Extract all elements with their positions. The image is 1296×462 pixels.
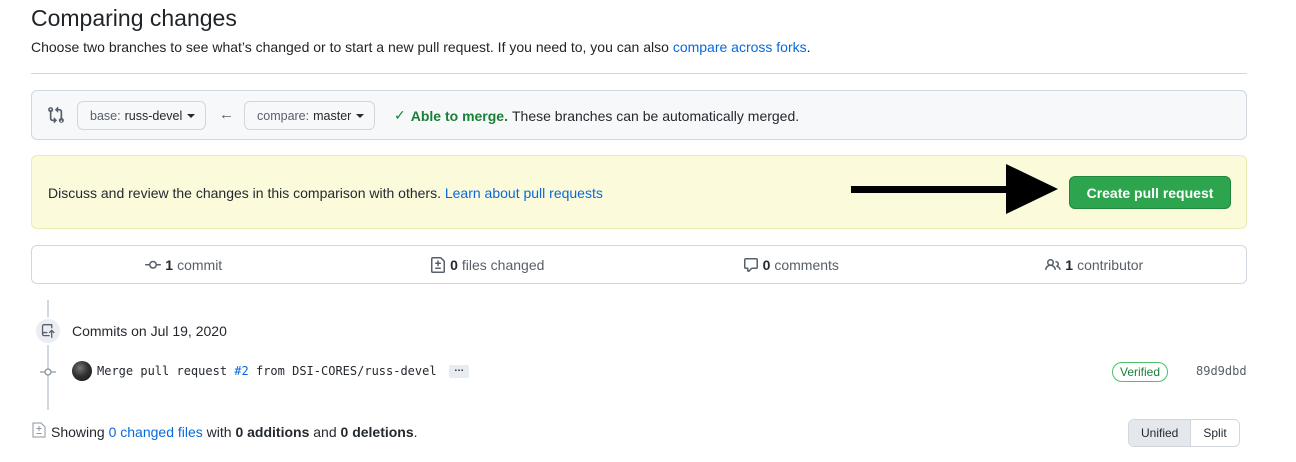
repo-push-icon [41,324,55,338]
additions-count: 0 additions [235,424,310,440]
subtitle-end: . [806,39,811,55]
summary-files[interactable]: 0 files changed [336,246,640,283]
split-view-button[interactable]: Split [1191,420,1239,446]
contributors-count: 1 [1065,256,1074,273]
avatar[interactable] [72,361,92,381]
toc-with: with [206,424,232,440]
unified-view-button[interactable]: Unified [1129,420,1192,446]
changed-files-link[interactable]: 0 changed files [109,424,203,440]
range-editor: base: russ-devel ← compare: master ✓ Able … [31,90,1247,140]
toc-end: . [413,424,418,440]
page-subtitle: Choose two branches to see what’s change… [31,39,811,55]
commit-sha-link[interactable]: 89d9dbd [1196,364,1247,378]
base-label: base: [90,108,121,123]
comments-label: comments [774,256,839,273]
summary-commits[interactable]: 1 commit [32,246,336,283]
header-divider [31,73,1247,74]
compare-branch-name: master [313,108,352,123]
chevron-down-icon [187,113,196,118]
toc-showing: Showing [51,424,105,440]
commit-msg-prefix: Merge pull request [97,364,228,378]
pr-ref-link[interactable]: #2 [234,364,248,378]
summary-contributors[interactable]: 1 contributor [943,246,1247,283]
base-branch-select[interactable]: base: russ-devel [77,101,207,130]
create-pull-request-button[interactable]: Create pull request [1069,176,1231,209]
contributors-label: contributor [1077,256,1144,273]
annotation-arrow-shaft [851,186,1011,193]
file-diff-icon [431,256,446,273]
compare-flash: Discuss and review the changes in this c… [31,155,1247,229]
merge-status-label: Able to merge. [410,107,508,124]
arrow-left-icon: ← [219,106,234,123]
numbers-summary: 1 commit 0 files changed 0 comments 1 contri… [31,245,1247,284]
flash-text: Discuss and review the changes in this c… [48,185,441,201]
diff-view-toggle: Unified Split [1128,419,1240,447]
commit-message[interactable]: Merge pull request #2 from DSI-CORES/rus… [97,364,437,378]
merge-status: ✓ Able to merge. These branches can be a… [394,107,799,124]
compare-branch-select[interactable]: compare: master [244,101,376,130]
commit-msg-suffix: from DSI-CORES/russ-devel [255,364,437,378]
compare-label: compare: [257,108,310,123]
people-icon [1045,258,1062,270]
summary-comments[interactable]: 0 comments [639,246,943,283]
subtitle-text: Choose two branches to see what’s change… [31,39,669,55]
compare-across-forks-link[interactable]: compare across forks [673,39,807,55]
commit-icon [40,368,56,376]
compare-icon [48,106,64,124]
commits-badge [34,317,62,345]
flash-message: Discuss and review the changes in this c… [48,185,603,201]
learn-pull-requests-link[interactable]: Learn about pull requests [445,185,603,201]
commits-date-heading: Commits on Jul 19, 2020 [72,323,227,339]
annotation-arrow-icon [1006,164,1058,214]
comments-count: 0 [762,256,771,273]
commit-icon [145,260,162,269]
commits-count: 1 [165,256,174,273]
chevron-down-icon [356,113,365,118]
expand-commit-button[interactable]: … [449,364,469,378]
comment-icon [743,257,758,272]
deletions-count: 0 deletions [340,424,414,440]
files-label: files changed [461,256,545,273]
changes-summary: Showing 0 changed files with 0 additions… [51,424,418,440]
base-branch-name: russ-devel [124,108,183,123]
file-diff-icon [32,422,46,438]
toc-and: and [313,424,337,440]
commits-label: commit [177,256,223,273]
merge-status-desc: These branches can be automatically merg… [511,107,800,124]
page-title: Comparing changes [31,5,237,31]
verified-badge[interactable]: Verified [1112,362,1169,382]
check-icon: ✓ [394,107,406,123]
files-count: 0 [450,256,458,273]
